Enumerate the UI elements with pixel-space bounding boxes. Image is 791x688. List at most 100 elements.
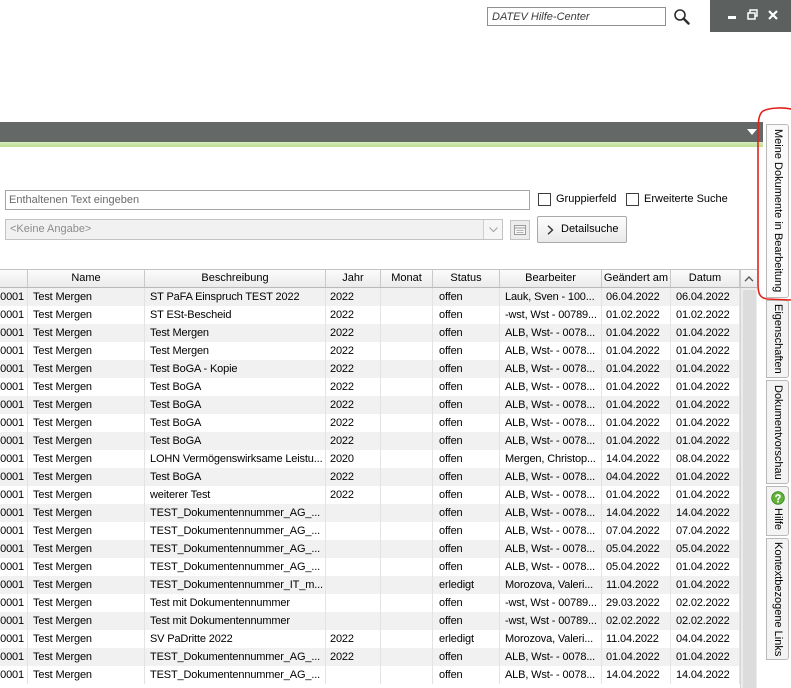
table-row[interactable]: 0001 Test Mergen ST PaFA Einspruch TEST 20…: [0, 288, 740, 306]
column-header-name[interactable]: Name: [28, 270, 145, 287]
cell-name: Test Mergen: [28, 414, 145, 432]
scrollbar-thumb[interactable]: [743, 290, 756, 688]
column-header-month[interactable]: Monat: [381, 270, 433, 287]
table-row[interactable]: 0001 Test Mergen ST ESt-Bescheid 2022 offen -…: [0, 306, 740, 324]
cell-year: 2022: [326, 288, 381, 306]
table-row[interactable]: 0001 Test Mergen TEST_Dokumentennummer_AG_…: [0, 540, 740, 558]
chevron-down-icon: [489, 227, 498, 232]
chevron-right-icon: [547, 225, 554, 235]
cell-year: 2022: [326, 342, 381, 360]
table-row[interactable]: 0001 Test Mergen Test mit Dokumentennummer…: [0, 612, 740, 630]
cell-name: Test Mergen: [28, 468, 145, 486]
table-row[interactable]: 0001 Test Mergen TEST_Dokumentennummer_AG_…: [0, 558, 740, 576]
category-select[interactable]: <Keine Angabe>: [5, 219, 503, 240]
vertical-scrollbar[interactable]: [740, 288, 757, 688]
cell-status: offen: [433, 306, 500, 324]
cell-editor: ALB, Wst- - 0078...: [500, 522, 602, 540]
cell-editor: ALB, Wst- - 0078...: [500, 468, 602, 486]
cell-status: offen: [433, 612, 500, 630]
cell-status: offen: [433, 522, 500, 540]
checkbox-label[interactable]: Gruppierfeld: [556, 193, 617, 206]
cell-modified: 02.02.2022: [602, 612, 671, 630]
table-row[interactable]: 0001 Test Mergen Test BoGA 2022 offen ALB, Ws…: [0, 432, 740, 450]
tab-help[interactable]: Hilfe: [766, 486, 789, 536]
search-icon[interactable]: [673, 8, 691, 25]
column-header-id[interactable]: [0, 270, 28, 287]
column-header-status[interactable]: Status: [433, 270, 500, 287]
select-arrow-button[interactable]: [483, 220, 502, 239]
help-center-search-input[interactable]: [487, 7, 666, 26]
cell-name: Test Mergen: [28, 648, 145, 666]
cell-year: [326, 540, 381, 558]
cell-editor: ALB, Wst- - 0078...: [500, 414, 602, 432]
cell-editor: ALB, Wst- - 0078...: [500, 324, 602, 342]
table-row[interactable]: 0001 Test Mergen TEST_Dokumentennummer_AG_…: [0, 504, 740, 522]
cell-editor: Morozova, Valeri...: [500, 576, 602, 594]
cell-month: [381, 396, 433, 414]
cell-id: 0001: [0, 342, 28, 360]
cell-date: 01.04.2022: [671, 432, 740, 450]
cell-id: 0001: [0, 396, 28, 414]
checkbox-box[interactable]: [626, 193, 639, 206]
minimize-icon[interactable]: [728, 16, 736, 19]
list-button[interactable]: [510, 220, 530, 240]
table-row[interactable]: 0001 Test Mergen TEST_Dokumentennummer_AG_…: [0, 522, 740, 540]
table-row[interactable]: 0001 Test Mergen SV PaDritte 2022 2022 erled…: [0, 630, 740, 648]
cell-status: erledigt: [433, 630, 500, 648]
text-search-input[interactable]: [5, 190, 530, 210]
cell-modified: 01.04.2022: [602, 648, 671, 666]
cell-editor: Lauk, Sven - 100...: [500, 288, 602, 306]
cell-id: 0001: [0, 612, 28, 630]
table-row[interactable]: 0001 Test Mergen LOHN Vermögenswirksame Le…: [0, 450, 740, 468]
cell-month: [381, 486, 433, 504]
table-row[interactable]: 0001 Test Mergen TEST_Dokumentennummer_IT_…: [0, 576, 740, 594]
column-header-description[interactable]: Beschreibung: [145, 270, 326, 287]
close-icon[interactable]: [768, 10, 778, 20]
cell-name: Test Mergen: [28, 360, 145, 378]
table-row[interactable]: 0001 Test Mergen Test Mergen 2022 offen ALB, …: [0, 324, 740, 342]
table-row[interactable]: 0001 Test Mergen Test BoGA - Kopie 2022 offe…: [0, 360, 740, 378]
checkbox-box[interactable]: [538, 193, 551, 206]
cell-status: offen: [433, 432, 500, 450]
tab-context-links[interactable]: Kontextbezogene Links: [766, 538, 789, 660]
checkbox-label[interactable]: Erweiterte Suche: [644, 193, 728, 206]
tab-properties[interactable]: Eigenschaften: [766, 300, 789, 378]
tab-document-preview[interactable]: Dokumentvorschau: [766, 380, 789, 484]
group-field-checkbox[interactable]: Gruppierfeld: [538, 193, 618, 207]
cell-date: 02.02.2022: [671, 612, 740, 630]
table-row[interactable]: 0001 Test Mergen TEST_Dokumentennummer_AG_…: [0, 666, 740, 684]
cell-name: Test Mergen: [28, 306, 145, 324]
column-header-date[interactable]: Datum: [671, 270, 740, 287]
cell-status: offen: [433, 450, 500, 468]
column-header-year[interactable]: Jahr: [326, 270, 381, 287]
grid-header: Name Beschreibung Jahr Monat Status Bearbeite…: [0, 269, 740, 288]
detail-search-button[interactable]: Detailsuche: [537, 216, 627, 243]
column-header-editor[interactable]: Bearbeiter: [500, 270, 602, 287]
cell-name: Test Mergen: [28, 522, 145, 540]
cell-modified: 01.04.2022: [602, 396, 671, 414]
restore-icon[interactable]: [747, 9, 758, 20]
cell-modified: 14.04.2022: [602, 504, 671, 522]
grid-body: 0001 Test Mergen ST PaFA Einspruch TEST 20…: [0, 288, 740, 688]
table-row[interactable]: 0001 Test Mergen weiterer Test 2022 offen ALB…: [0, 486, 740, 504]
cell-description: TEST_Dokumentennummer_AG_...: [145, 558, 326, 576]
cell-status: offen: [433, 648, 500, 666]
tab-label: Kontextbezogene Links: [772, 541, 784, 657]
table-row[interactable]: 0001 Test Mergen Test BoGA 2022 offen ALB, Ws…: [0, 468, 740, 486]
column-header-modified[interactable]: Geändert am: [602, 270, 671, 287]
cell-year: [326, 576, 381, 594]
cell-date: 02.02.2022: [671, 594, 740, 612]
table-row[interactable]: 0001 Test Mergen Test BoGA 2022 offen ALB, Ws…: [0, 414, 740, 432]
table-row[interactable]: 0001 Test Mergen Test BoGA 2022 offen ALB, Ws…: [0, 378, 740, 396]
table-row[interactable]: 0001 Test Mergen Test BoGA 2022 offen ALB, Ws…: [0, 396, 740, 414]
cell-description: TEST_Dokumentennummer_AG_...: [145, 540, 326, 558]
cell-month: [381, 612, 433, 630]
table-row[interactable]: 0001 Test Mergen TEST_Dokumentennummer_AG_…: [0, 648, 740, 666]
table-row[interactable]: 0001 Test Mergen Test Mergen 2022 offen ALB, …: [0, 342, 740, 360]
extended-search-checkbox[interactable]: Erweiterte Suche: [626, 193, 736, 207]
cell-id: 0001: [0, 450, 28, 468]
table-row[interactable]: 0001 Test Mergen Test mit Dokumentennummer…: [0, 594, 740, 612]
cell-description: Test mit Dokumentennummer: [145, 612, 326, 630]
cell-modified: 01.04.2022: [602, 324, 671, 342]
cell-name: Test Mergen: [28, 288, 145, 306]
